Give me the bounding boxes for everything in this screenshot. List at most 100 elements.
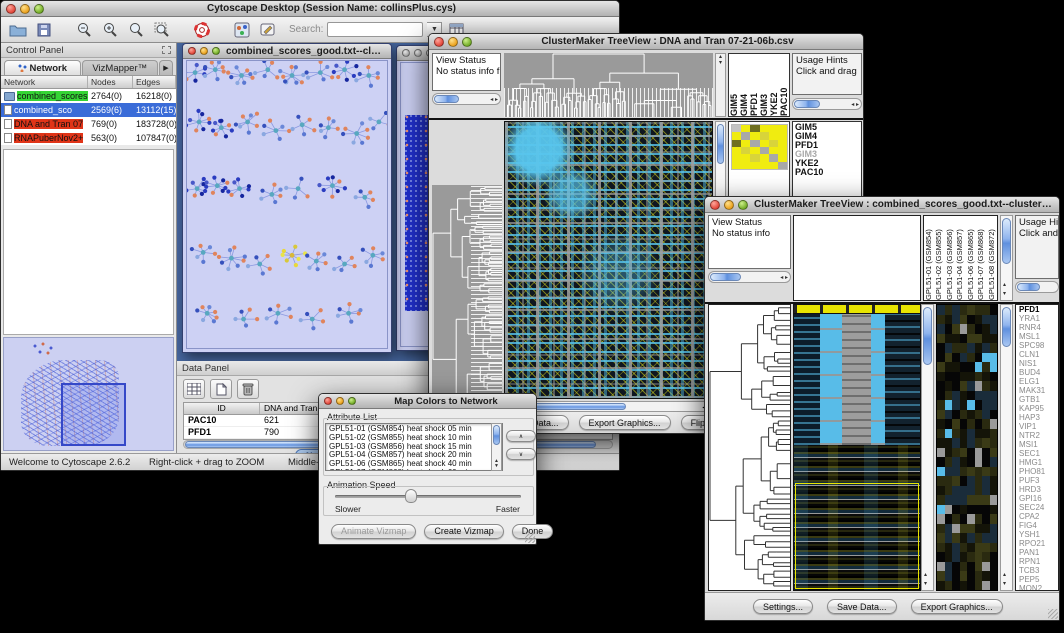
select-attributes-icon[interactable] — [183, 379, 205, 399]
arrow-up-icon[interactable]: ▴ — [1003, 282, 1006, 288]
minimize-button[interactable] — [336, 397, 344, 405]
close-button[interactable] — [6, 4, 16, 14]
column-dendrogram[interactable] — [504, 53, 713, 117]
gene-label[interactable]: HRD3 — [1019, 485, 1058, 494]
gene-label[interactable]: PAN1 — [1019, 548, 1058, 557]
annotation-icon[interactable] — [257, 20, 279, 39]
gene-label[interactable]: CPA2 — [1019, 512, 1058, 521]
usage-hints-hscrollbar[interactable] — [1015, 281, 1059, 293]
export-graphics-button[interactable]: Export Graphics... — [911, 599, 1003, 614]
gene-label[interactable]: HAP3 — [1019, 413, 1058, 422]
col-id[interactable]: ID — [184, 403, 260, 414]
new-attribute-icon[interactable] — [210, 379, 232, 399]
zoomed-heatmap-vscrollbar[interactable]: ▴ ▾ — [1000, 304, 1013, 591]
gene-label[interactable]: GTB1 — [1019, 395, 1058, 404]
network-overview-thumbnail[interactable] — [3, 337, 174, 451]
zoom-button[interactable] — [462, 37, 472, 47]
gene-label[interactable]: KAP95 — [1019, 404, 1058, 413]
resize-grip[interactable] — [525, 533, 535, 543]
gene-label[interactable]: YRA1 — [1019, 314, 1058, 323]
column-label[interactable]: GPL51-03 (GSM856) — [945, 216, 955, 300]
minimize-button[interactable] — [448, 37, 458, 47]
network-window-title-bar[interactable]: combined_scores_good.txt--cluste... — [183, 44, 391, 59]
view-status-hscrollbar[interactable]: ◂ ▸ — [708, 271, 791, 283]
column-label[interactable]: GIM5 — [729, 54, 739, 116]
close-button[interactable] — [434, 37, 444, 47]
gene-label[interactable]: PHO81 — [1019, 467, 1058, 476]
column-label[interactable]: PAC10 — [779, 54, 789, 116]
speed-slider-track[interactable] — [335, 495, 521, 498]
gene-label[interactable]: VIP1 — [1019, 422, 1058, 431]
create-vizmap-button[interactable]: Create Vizmap — [424, 524, 503, 539]
heatmap-vscrollbar[interactable]: ▴ ▾ — [921, 304, 934, 591]
column-label[interactable]: GIM4 — [739, 54, 749, 116]
arrow-down-icon[interactable]: ▾ — [1003, 291, 1006, 297]
gene-label[interactable]: GPI16 — [1019, 494, 1058, 503]
export-graphics-button[interactable]: Export Graphics... — [579, 415, 671, 430]
network-row[interactable]: combined_sco 2569(6) 13112(15) — [1, 103, 176, 117]
save-data-button[interactable]: Save Data... — [827, 599, 897, 614]
arrow-down-icon[interactable]: ▾ — [924, 581, 927, 587]
attribute-list-vscrollbar[interactable]: ▲▼ — [491, 423, 502, 471]
gene-label[interactable]: PUF3 — [1019, 476, 1058, 485]
move-down-button[interactable]: ∨ — [506, 448, 536, 460]
gene-label[interactable]: NIS1 — [1019, 359, 1058, 368]
delete-attribute-trash-icon[interactable] — [237, 379, 259, 399]
settings-button[interactable]: Settings... — [753, 599, 813, 614]
gene-label[interactable]: YSH1 — [1019, 530, 1058, 539]
animate-vizmap-button[interactable]: Animate Vizmap — [331, 524, 416, 539]
expression-heatmap[interactable] — [793, 304, 921, 591]
zoom-out-icon[interactable] — [73, 20, 95, 39]
zoom-button[interactable] — [348, 397, 356, 405]
move-up-button[interactable]: ∧ — [506, 430, 536, 442]
help-lifering-icon[interactable] — [191, 20, 213, 39]
resize-grip[interactable] — [1048, 609, 1058, 619]
dialog-title-bar[interactable]: Map Colors to Network — [319, 394, 536, 409]
gene-label[interactable]: RPN1 — [1019, 557, 1058, 566]
minimize-button[interactable] — [414, 49, 422, 57]
zoom-button[interactable] — [738, 200, 748, 210]
yellow-correlation-submatrix[interactable] — [731, 124, 788, 170]
column-label[interactable]: GPL51-04 (GSM857) — [955, 216, 965, 300]
gene-label[interactable]: SEC24 — [1019, 503, 1058, 512]
view-status-hscrollbar[interactable]: ◂ ▸ — [432, 93, 501, 105]
treeview2-title-bar[interactable]: ClusterMaker TreeView : combined_scores_… — [705, 197, 1059, 213]
column-label[interactable]: GPL51-01 (GSM854) — [924, 216, 934, 300]
gene-label[interactable]: ELG1 — [1019, 377, 1058, 386]
gene-label[interactable]: TCB3 — [1019, 566, 1058, 575]
gene-label[interactable]: FIG4 — [1019, 521, 1058, 530]
attribute-listbox[interactable]: GPL51-01 (GSM854) heat shock 05 minGPL51… — [325, 423, 503, 471]
attribute-list-item[interactable]: GPL51-07 (GSM868) heat shock 60 min — [329, 469, 490, 471]
gene-label[interactable]: RPO21 — [1019, 539, 1058, 548]
scroll-arrows-icon[interactable]: ◂ ▸ — [780, 274, 788, 281]
minimize-button[interactable] — [724, 200, 734, 210]
speed-slider-thumb[interactable] — [405, 489, 417, 503]
arrow-up-icon[interactable]: ▴ — [1003, 572, 1006, 578]
minimize-button[interactable] — [20, 4, 30, 14]
column-label[interactable]: GIM3 — [759, 54, 769, 116]
gene-label[interactable]: MAK31 — [1019, 386, 1058, 395]
gene-label[interactable]: HMG1 — [1019, 458, 1058, 467]
gene-label[interactable]: MON2 — [1019, 584, 1058, 591]
network-row[interactable]: combined_scores 2764(0) 16218(0) — [1, 89, 176, 103]
gene-label[interactable]: RNR4 — [1019, 323, 1058, 332]
scroll-arrows-icon[interactable]: ◂ ▸ — [490, 96, 498, 103]
treeview1-title-bar[interactable]: ClusterMaker TreeView : DNA and Tran 07-… — [429, 34, 863, 50]
gene-label[interactable]: CLN1 — [1019, 350, 1058, 359]
tab-vizmapper[interactable]: VizMapper™ — [82, 60, 159, 75]
column-label[interactable]: GPL51-02 (GSM855) — [934, 216, 944, 300]
close-button[interactable] — [188, 47, 196, 55]
column-label[interactable]: GPL51-06 (GSM865) — [966, 216, 976, 300]
row-label[interactable]: PAC10 — [795, 168, 859, 177]
gene-label[interactable]: BUD4 — [1019, 368, 1058, 377]
zoom-selected-icon[interactable] — [125, 20, 147, 39]
gene-label[interactable]: NTR2 — [1019, 431, 1058, 440]
zoom-button[interactable] — [34, 4, 44, 14]
col-nodes[interactable]: Nodes — [88, 76, 133, 88]
save-icon[interactable] — [33, 20, 55, 39]
close-button[interactable] — [324, 397, 332, 405]
col-edges[interactable]: Edges — [133, 76, 176, 88]
gene-label[interactable]: PFD1 — [1019, 305, 1058, 314]
network-row[interactable]: RNAPuberNov2+ 563(0) 107847(0) — [1, 131, 176, 145]
arrow-down-icon[interactable]: ▾ — [716, 60, 725, 66]
